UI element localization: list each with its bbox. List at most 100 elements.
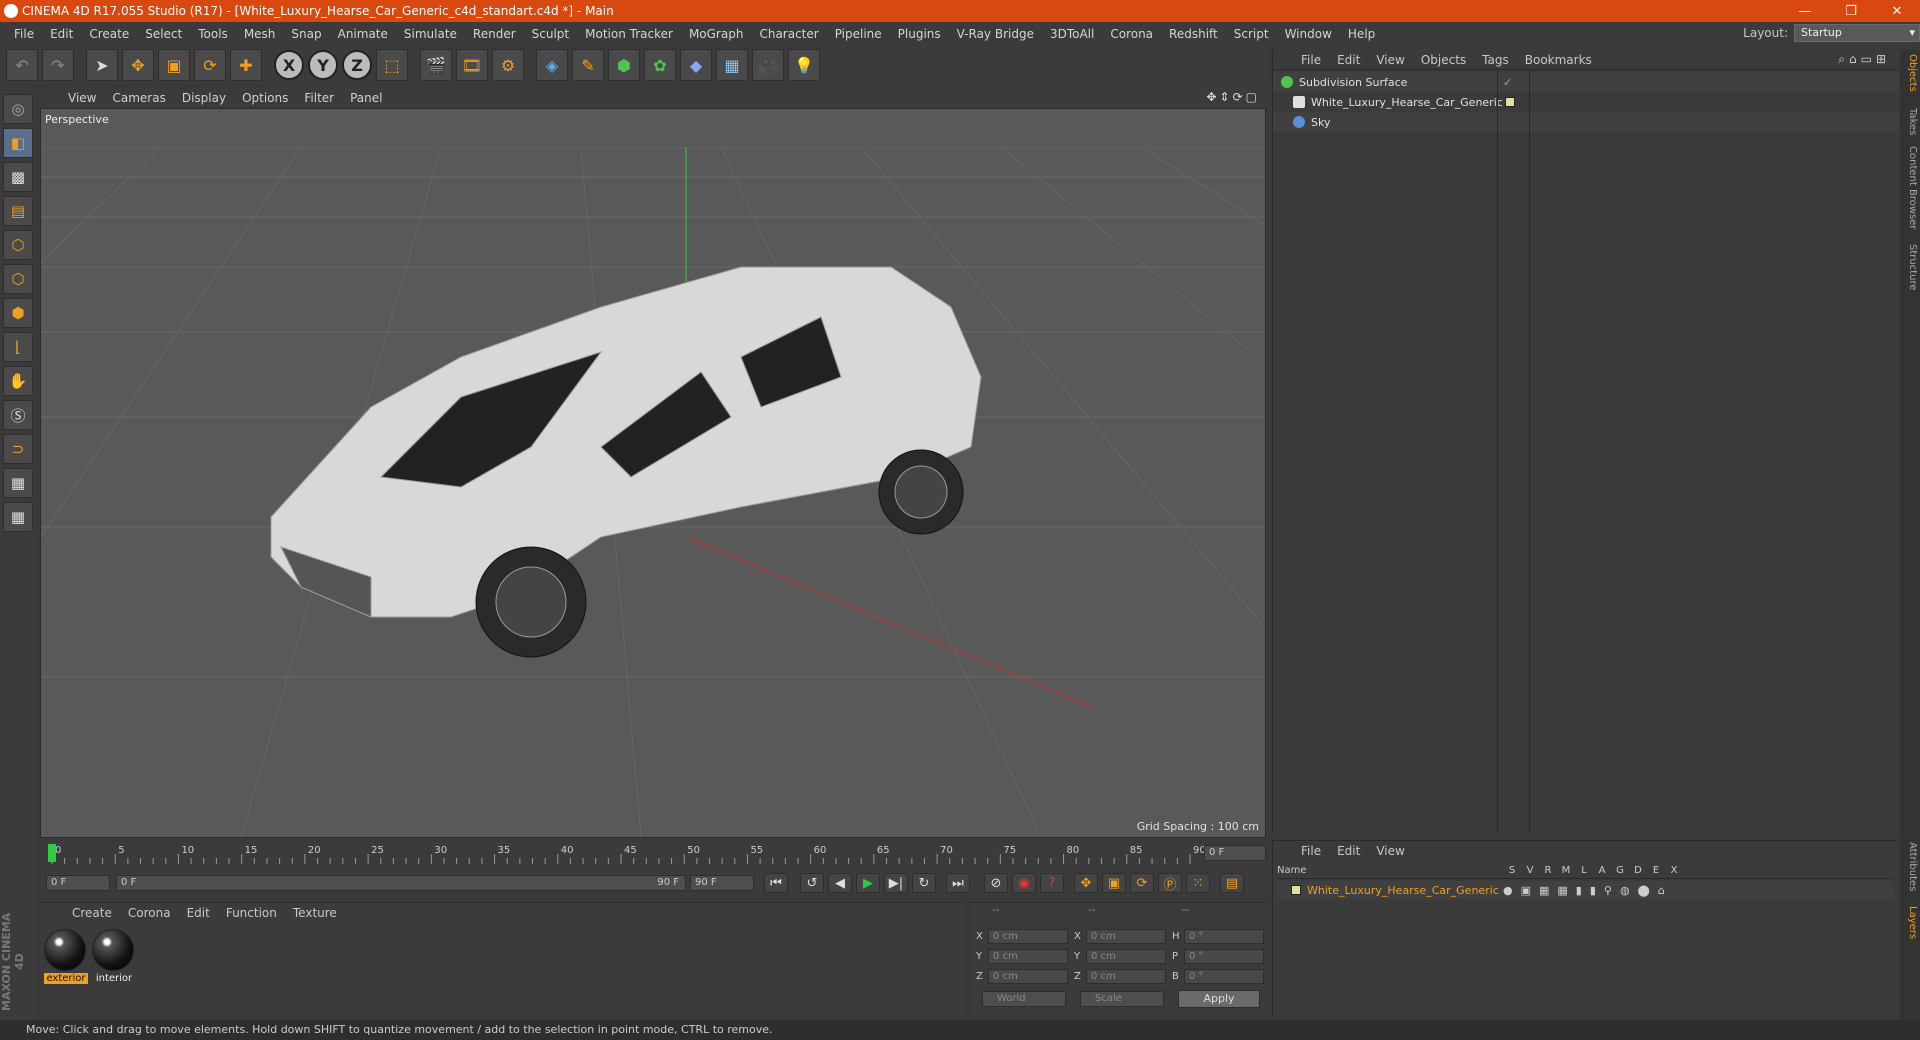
magnet-icon[interactable]: ⊃ [3, 434, 33, 464]
object-row[interactable]: Sky [1273, 112, 1899, 132]
record-button[interactable]: ◉ [1012, 873, 1036, 893]
viewport-menu-options[interactable]: Options [234, 91, 296, 105]
current-frame-field[interactable]: 0 F [1204, 845, 1266, 861]
texture-mode-icon[interactable]: ▩ [3, 162, 33, 192]
menu-script[interactable]: Script [1226, 27, 1277, 41]
objects-menu-tags[interactable]: Tags [1474, 53, 1517, 67]
select-icon[interactable]: ➤ [86, 49, 118, 81]
viewport-menu-display[interactable]: Display [174, 91, 234, 105]
apply-button[interactable]: Apply [1178, 990, 1260, 1008]
viewport-menu-view[interactable]: View [60, 91, 104, 105]
menu-pipeline[interactable]: Pipeline [827, 27, 890, 41]
layer-tag-icon[interactable] [1505, 97, 1515, 107]
viewport-menu-filter[interactable]: Filter [296, 91, 342, 105]
menu-render[interactable]: Render [465, 27, 524, 41]
size-y-field[interactable]: 0 cm [1086, 948, 1166, 964]
y-axis-icon[interactable]: Y [308, 50, 338, 80]
object-row[interactable]: White_Luxury_Hearse_Car_Generic [1273, 92, 1899, 112]
objects-menu-edit[interactable]: Edit [1329, 53, 1368, 67]
menu-motion-tracker[interactable]: Motion Tracker [577, 27, 681, 41]
array-icon[interactable]: ✿ [644, 49, 676, 81]
menu-mesh[interactable]: Mesh [236, 27, 284, 41]
z-axis-icon[interactable]: Z [342, 50, 372, 80]
polygons-mode-icon[interactable]: ⬢ [3, 298, 33, 328]
material-menu-edit[interactable]: Edit [179, 906, 218, 920]
size-z-field[interactable]: 0 cm [1086, 968, 1166, 984]
make-editable-icon[interactable]: ◎ [3, 94, 33, 124]
checkmark-icon[interactable]: ✓ [1503, 76, 1512, 89]
menu-vray-bridge[interactable]: V-Ray Bridge [949, 27, 1042, 41]
autokey-button[interactable]: ? [1040, 873, 1064, 893]
rotation-h-field[interactable]: 0 ° [1184, 928, 1264, 944]
menu-tools[interactable]: Tools [190, 27, 236, 41]
tab-layers[interactable]: Layers [1902, 906, 1918, 939]
floor-icon[interactable]: ▦ [716, 49, 748, 81]
model-mode-icon[interactable]: ◧ [3, 128, 33, 158]
material-menu-corona[interactable]: Corona [120, 906, 179, 920]
edit-render-settings-icon[interactable]: ⚙ [492, 49, 524, 81]
key-scale-button[interactable]: ▣ [1102, 873, 1126, 893]
tweak-mode-icon[interactable]: ✋ [3, 366, 33, 396]
key-rotation-button[interactable]: ⟳ [1130, 873, 1154, 893]
x-axis-icon[interactable]: X [274, 50, 304, 80]
cube-icon[interactable]: ◈ [536, 49, 568, 81]
layer-color-icon[interactable] [1291, 885, 1301, 895]
playhead-marker[interactable] [48, 844, 56, 862]
light-icon[interactable]: 💡 [788, 49, 820, 81]
subdivision-icon[interactable]: ⬢ [608, 49, 640, 81]
rotation-b-field[interactable]: 0 ° [1184, 968, 1264, 984]
viewport-nav-icons[interactable]: ✥⇕⟳▢ [1206, 90, 1260, 104]
end-frame-field[interactable]: 90 F [690, 875, 754, 891]
workplane-mode-icon[interactable]: ▤ [3, 196, 33, 226]
rotation-p-field[interactable]: 0 ° [1184, 948, 1264, 964]
tab-takes[interactable]: Takes [1902, 108, 1918, 135]
menu-create[interactable]: Create [81, 27, 137, 41]
objects-menu-view[interactable]: View [1368, 53, 1412, 67]
coord-mode-dropdown[interactable]: World [982, 991, 1066, 1007]
tab-attributes[interactable]: Attributes [1902, 842, 1918, 891]
layers-menu-view[interactable]: View [1368, 844, 1412, 858]
workplane-lock-icon[interactable]: ▦ [3, 502, 33, 532]
start-frame-field[interactable]: 0 F [46, 875, 110, 891]
close-button[interactable]: ✕ [1874, 0, 1920, 22]
undo-icon[interactable]: ↶ [6, 49, 38, 81]
material-menu-create[interactable]: Create [64, 906, 120, 920]
motion-record-icon[interactable]: ⊘ [984, 873, 1008, 893]
world-coord-icon[interactable]: ⬚ [376, 49, 408, 81]
scale-icon[interactable]: ▣ [158, 49, 190, 81]
object-row[interactable]: Subdivision Surface ✓ [1273, 72, 1899, 92]
layer-row[interactable]: White_Luxury_Hearse_Car_Generic ●▣▦▦▮▮⚲◍… [1277, 881, 1893, 899]
edges-mode-icon[interactable]: ⬡ [3, 264, 33, 294]
menu-snap[interactable]: Snap [283, 27, 329, 41]
previous-frame-button[interactable]: ◀ [828, 873, 852, 893]
layer-toggle-icons[interactable]: ●▣▦▦▮▮⚲◍⬤⌂ [1503, 884, 1673, 897]
key-param-button[interactable]: Ⓟ [1158, 873, 1182, 893]
material-menu-texture[interactable]: Texture [285, 906, 345, 920]
go-to-start-button[interactable]: ⏮ [764, 873, 788, 893]
position-x-field[interactable]: 0 cm [988, 928, 1068, 944]
menu-simulate[interactable]: Simulate [396, 27, 465, 41]
minimize-button[interactable]: — [1782, 0, 1828, 22]
previous-key-button[interactable]: ↺ [800, 873, 824, 893]
menu-character[interactable]: Character [751, 27, 826, 41]
render-view-icon[interactable]: 🎬 [420, 49, 452, 81]
snap-icon[interactable]: Ⓢ [3, 400, 33, 430]
add-icon[interactable]: ✚ [230, 49, 262, 81]
position-z-field[interactable]: 0 cm [988, 968, 1068, 984]
render-picture-viewer-icon[interactable]: 🎞 [456, 49, 488, 81]
size-x-field[interactable]: 0 cm [1086, 928, 1166, 944]
points-mode-icon[interactable]: ⬡ [3, 230, 33, 260]
move-icon[interactable]: ✥ [122, 49, 154, 81]
redo-icon[interactable]: ↷ [42, 49, 74, 81]
layers-menu-file[interactable]: File [1293, 844, 1329, 858]
pen-icon[interactable]: ✎ [572, 49, 604, 81]
layout-dropdown[interactable]: Startup [1794, 24, 1920, 42]
menu-help[interactable]: Help [1340, 27, 1383, 41]
range-slider[interactable]: 0 F 90 F [116, 875, 686, 891]
menu-file[interactable]: File [6, 27, 42, 41]
menu-animate[interactable]: Animate [330, 27, 396, 41]
viewport-menu-panel[interactable]: Panel [342, 91, 390, 105]
next-frame-button[interactable]: ▶| [884, 873, 908, 893]
timeline-ruler[interactable]: 0 5 10 15 20 25 30 35 40 45 50 55 60 65 70 75 80 85 90 0 F [40, 842, 1266, 864]
coord-scale-dropdown[interactable]: Scale [1080, 991, 1164, 1007]
